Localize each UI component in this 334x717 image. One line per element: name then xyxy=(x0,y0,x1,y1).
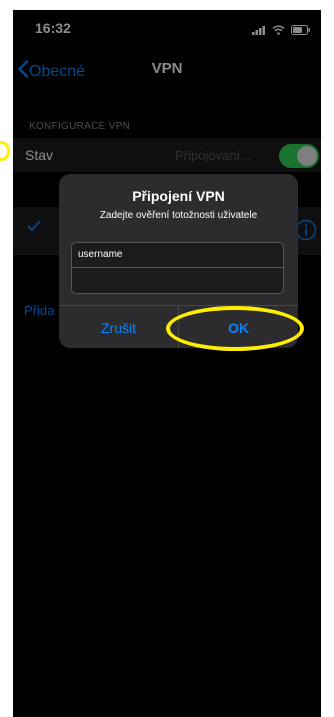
phone-screen: 16:32 Obecné VPN KONFIGURACE VPN Stav Př… xyxy=(13,10,321,717)
status-highlight-annotation xyxy=(0,141,10,161)
username-field[interactable]: username xyxy=(72,243,283,268)
ok-highlight-annotation xyxy=(166,306,304,351)
dialog-title: Připojení VPN xyxy=(132,188,225,204)
credentials-field-group: username xyxy=(71,242,284,294)
dim-overlay xyxy=(13,10,321,717)
password-field[interactable] xyxy=(72,268,283,293)
cancel-button[interactable]: Zrušit xyxy=(59,306,179,348)
dialog-message: Zadejte ověření totožnosti uživatele xyxy=(99,210,258,221)
